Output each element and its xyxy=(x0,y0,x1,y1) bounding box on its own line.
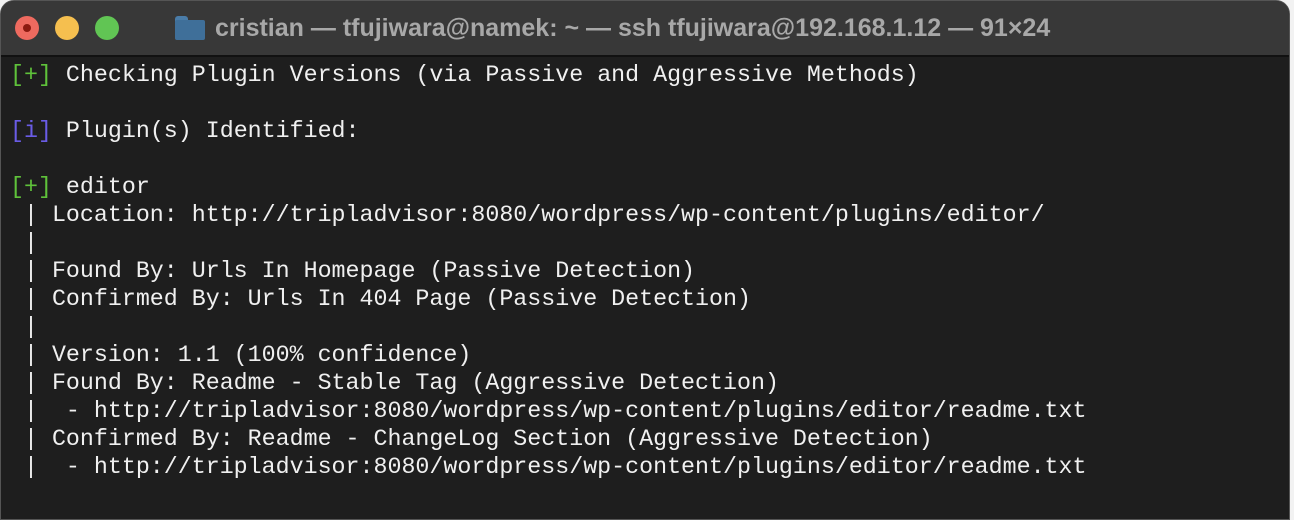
line-text: | Found By: Readme - Stable Tag (Aggress… xyxy=(10,370,779,396)
success-marker: [+] xyxy=(10,174,52,200)
terminal-line: | Confirmed By: Urls In 404 Page (Passiv… xyxy=(10,285,1289,313)
terminal-line: [+] Checking Plugin Versions (via Passiv… xyxy=(10,61,1289,89)
terminal-line: | Location: http://tripladvisor:8080/wor… xyxy=(10,201,1289,229)
terminal-output[interactable]: [+] Checking Plugin Versions (via Passiv… xyxy=(1,57,1289,481)
terminal-line: | Version: 1.1 (100% confidence) xyxy=(10,341,1289,369)
window-title: cristian — tfujiwara@namek: ~ — ssh tfuj… xyxy=(215,13,1051,42)
line-text: | Found By: Urls In Homepage (Passive De… xyxy=(10,258,696,284)
folder-icon xyxy=(175,16,205,40)
maximize-button[interactable] xyxy=(95,16,119,40)
terminal-line: | Found By: Readme - Stable Tag (Aggress… xyxy=(10,369,1289,397)
window-title-group: cristian — tfujiwara@namek: ~ — ssh tfuj… xyxy=(175,1,1050,55)
terminal-window: cristian — tfujiwara@namek: ~ — ssh tfuj… xyxy=(0,0,1290,520)
terminal-line: | xyxy=(10,229,1289,257)
line-text: | Version: 1.1 (100% confidence) xyxy=(10,342,472,368)
line-text: Plugin(s) Identified: xyxy=(51,118,360,144)
terminal-line: | Confirmed By: Readme - ChangeLog Secti… xyxy=(10,425,1289,453)
terminal-line: | - http://tripladvisor:8080/wordpress/w… xyxy=(10,453,1289,481)
line-text: | Location: http://tripladvisor:8080/wor… xyxy=(10,202,1045,228)
line-text: | Confirmed By: Urls In 404 Page (Passiv… xyxy=(10,286,751,312)
minimize-button[interactable] xyxy=(55,16,79,40)
line-text: editor xyxy=(51,174,150,200)
terminal-line: [+] editor xyxy=(10,173,1289,201)
line-text: | - http://tripladvisor:8080/wordpress/w… xyxy=(10,454,1087,480)
line-text: | xyxy=(10,230,38,256)
title-bar[interactable]: cristian — tfujiwara@namek: ~ — ssh tfuj… xyxy=(1,1,1289,57)
line-text: | xyxy=(10,314,38,340)
terminal-line: | xyxy=(10,313,1289,341)
terminal-line: | Found By: Urls In Homepage (Passive De… xyxy=(10,257,1289,285)
line-text: | - http://tripladvisor:8080/wordpress/w… xyxy=(10,398,1087,424)
terminal-line: [i] Plugin(s) Identified: xyxy=(10,117,1289,145)
success-marker: [+] xyxy=(10,62,52,88)
info-marker: [i] xyxy=(10,118,52,144)
line-text: | Confirmed By: Readme - ChangeLog Secti… xyxy=(10,426,933,452)
line-text: Checking Plugin Versions (via Passive an… xyxy=(51,62,919,88)
close-button[interactable] xyxy=(15,16,39,40)
terminal-line: | - http://tripladvisor:8080/wordpress/w… xyxy=(10,397,1289,425)
